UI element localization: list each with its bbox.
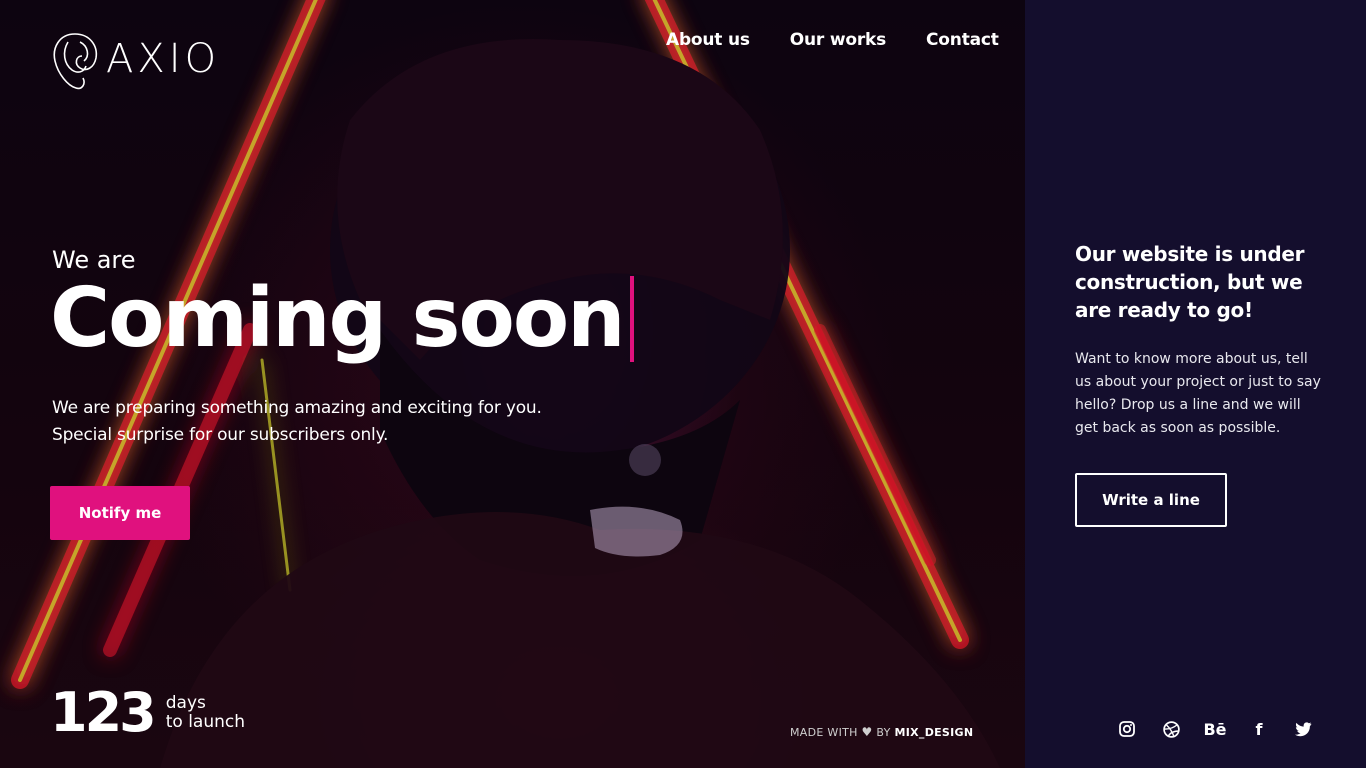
credit-author-link[interactable]: MIX_DESIGN xyxy=(894,726,973,739)
hero-kicker: We are xyxy=(52,246,136,274)
countdown-labels: days to launch xyxy=(166,694,245,732)
twitter-icon[interactable] xyxy=(1294,718,1312,740)
countdown-caption: to launch xyxy=(165,712,246,732)
countdown-unit: days xyxy=(165,693,206,713)
nav-our-works[interactable]: Our works xyxy=(790,30,886,50)
typing-cursor xyxy=(629,276,634,363)
sidebar-title: Our website is under construction, but w… xyxy=(1075,242,1305,322)
credit-prefix: MADE WITH xyxy=(790,726,858,739)
nav-about-us[interactable]: About us xyxy=(666,30,750,50)
sidebar-text: Want to know more about us, tell us abou… xyxy=(1075,351,1321,436)
behance-icon[interactable]: Bē xyxy=(1203,718,1226,740)
main-nav: About us Our works Contact xyxy=(666,30,999,50)
facebook-icon[interactable]: f xyxy=(1250,718,1268,740)
countdown-number: 123 xyxy=(50,681,157,744)
launch-countdown: 123 days to launch xyxy=(50,686,245,740)
credit-by: BY xyxy=(876,726,891,739)
nav-contact[interactable]: Contact xyxy=(926,30,999,50)
social-links: Bē f xyxy=(1118,718,1312,740)
instagram-icon[interactable] xyxy=(1118,718,1136,740)
dribbble-icon[interactable] xyxy=(1162,718,1180,740)
heart-icon: ♥ xyxy=(861,725,873,739)
hero-headline: Coming soon xyxy=(50,271,634,366)
swirl-logo-icon xyxy=(53,33,98,90)
headline-text: Coming soon xyxy=(50,271,626,366)
made-with-credit: MADE WITH ♥ BY MIX_DESIGN xyxy=(790,725,973,739)
brand-name: AXIO xyxy=(106,36,221,82)
info-sidebar: Our website is under construction, but w… xyxy=(1025,0,1366,768)
brand-logo[interactable]: AXIO xyxy=(50,28,220,90)
hero-section: AXIO About us Our works Contact We are C… xyxy=(0,0,1025,768)
notify-me-button[interactable]: Notify me xyxy=(50,486,190,540)
hero-description-line-2: Special surprise for our subscribers onl… xyxy=(52,425,389,445)
person-silhouette xyxy=(160,39,1000,768)
hero-description-line-1: We are preparing something amazing and e… xyxy=(52,398,542,418)
hero-description: We are preparing something amazing and e… xyxy=(52,395,542,449)
write-a-line-button[interactable]: Write a line xyxy=(1075,473,1227,527)
